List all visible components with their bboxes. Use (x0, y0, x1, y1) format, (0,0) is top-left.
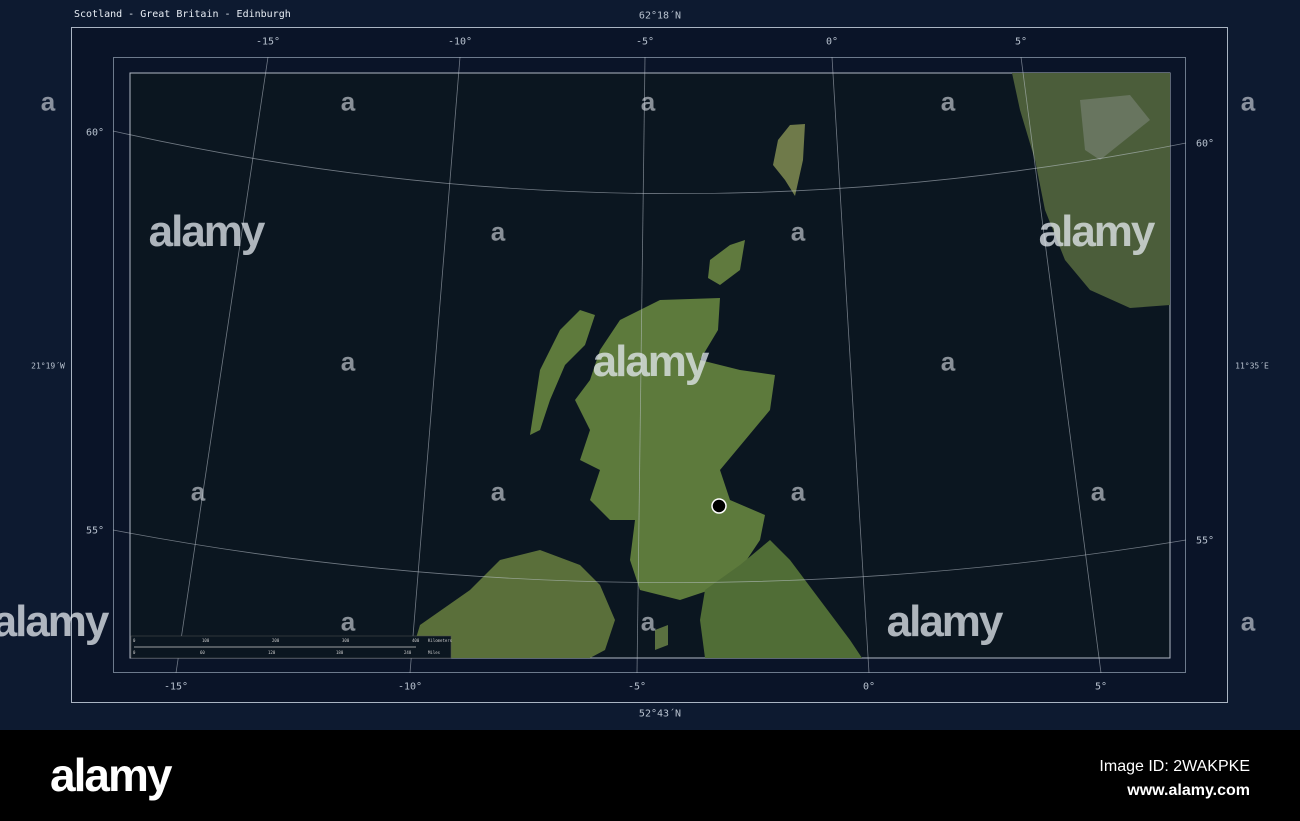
lat-label-right: 60° (1195, 138, 1215, 150)
km-tick: 200 (272, 638, 280, 643)
km-unit: Kilometers (428, 638, 453, 643)
watermark: alamy (148, 207, 266, 256)
watermark-a: a (940, 346, 956, 377)
mi-tick: 0 (133, 650, 136, 655)
scale-bar-labels: 0 100 200 300 400 Kilometers 0 60 120 18… (130, 636, 452, 658)
lon-label-bottom: -15° (163, 681, 189, 693)
watermark: alamy (886, 597, 1004, 646)
km-tick: 400 (412, 638, 420, 643)
watermark-a: a (790, 476, 806, 507)
lon-label-bottom: 5° (1094, 681, 1108, 693)
lon-label-top: -10° (447, 36, 473, 48)
mi-tick: 120 (268, 650, 276, 655)
mi-tick: 60 (200, 650, 205, 655)
lon-label-top: 0° (825, 36, 839, 48)
watermark-a: a (190, 476, 206, 507)
watermark-a: a (340, 606, 356, 637)
watermark-a: a (340, 86, 356, 117)
lon-label-bottom: 0° (862, 681, 876, 693)
image-id: Image ID: 2WAKPKE (1099, 758, 1250, 775)
km-tick: 0 (133, 638, 136, 643)
lon-label-top: 5° (1014, 36, 1028, 48)
watermark-a: a (340, 346, 356, 377)
watermark: alamy (592, 337, 710, 386)
frame-label-bottom: 52°43´N (638, 708, 682, 720)
watermark-a: a (640, 606, 656, 637)
lat-label-left: 60° (85, 127, 105, 139)
mi-unit: Miles (428, 650, 441, 655)
watermark-a: a (940, 86, 956, 117)
lon-label-top: -5° (635, 36, 655, 48)
mi-tick: 180 (336, 650, 344, 655)
lon-label-bottom: -10° (397, 681, 423, 693)
watermark-a: a (40, 86, 56, 117)
lon-label-bottom: -5° (627, 681, 647, 693)
frame-label-right: 11°35´E (1235, 361, 1269, 371)
footer-logo: alamy (50, 749, 172, 801)
mi-tick: 240 (404, 650, 412, 655)
watermark-a: a (1240, 86, 1256, 117)
frame-label-left: 21°19´W (31, 361, 65, 371)
watermark: alamy (0, 597, 109, 646)
watermark-a: a (640, 86, 656, 117)
watermark-a: a (490, 216, 506, 247)
lat-label-right: 55° (1195, 535, 1215, 547)
watermark: alamy (1038, 207, 1156, 256)
km-tick: 100 (202, 638, 210, 643)
footer-url: www.alamy.com (1127, 782, 1250, 799)
edinburgh-marker (711, 498, 727, 514)
watermark-a: a (790, 216, 806, 247)
watermark-a: a (490, 476, 506, 507)
watermark-a: a (1240, 606, 1256, 637)
km-tick: 300 (342, 638, 350, 643)
watermark-a: a (1090, 476, 1106, 507)
lat-label-left: 55° (85, 525, 105, 537)
lon-label-top: -15° (255, 36, 281, 48)
frame-label-top: 62°18´N (638, 10, 682, 22)
footer-info: Image ID: 2WAKPKE www.alamy.com (1099, 755, 1250, 803)
